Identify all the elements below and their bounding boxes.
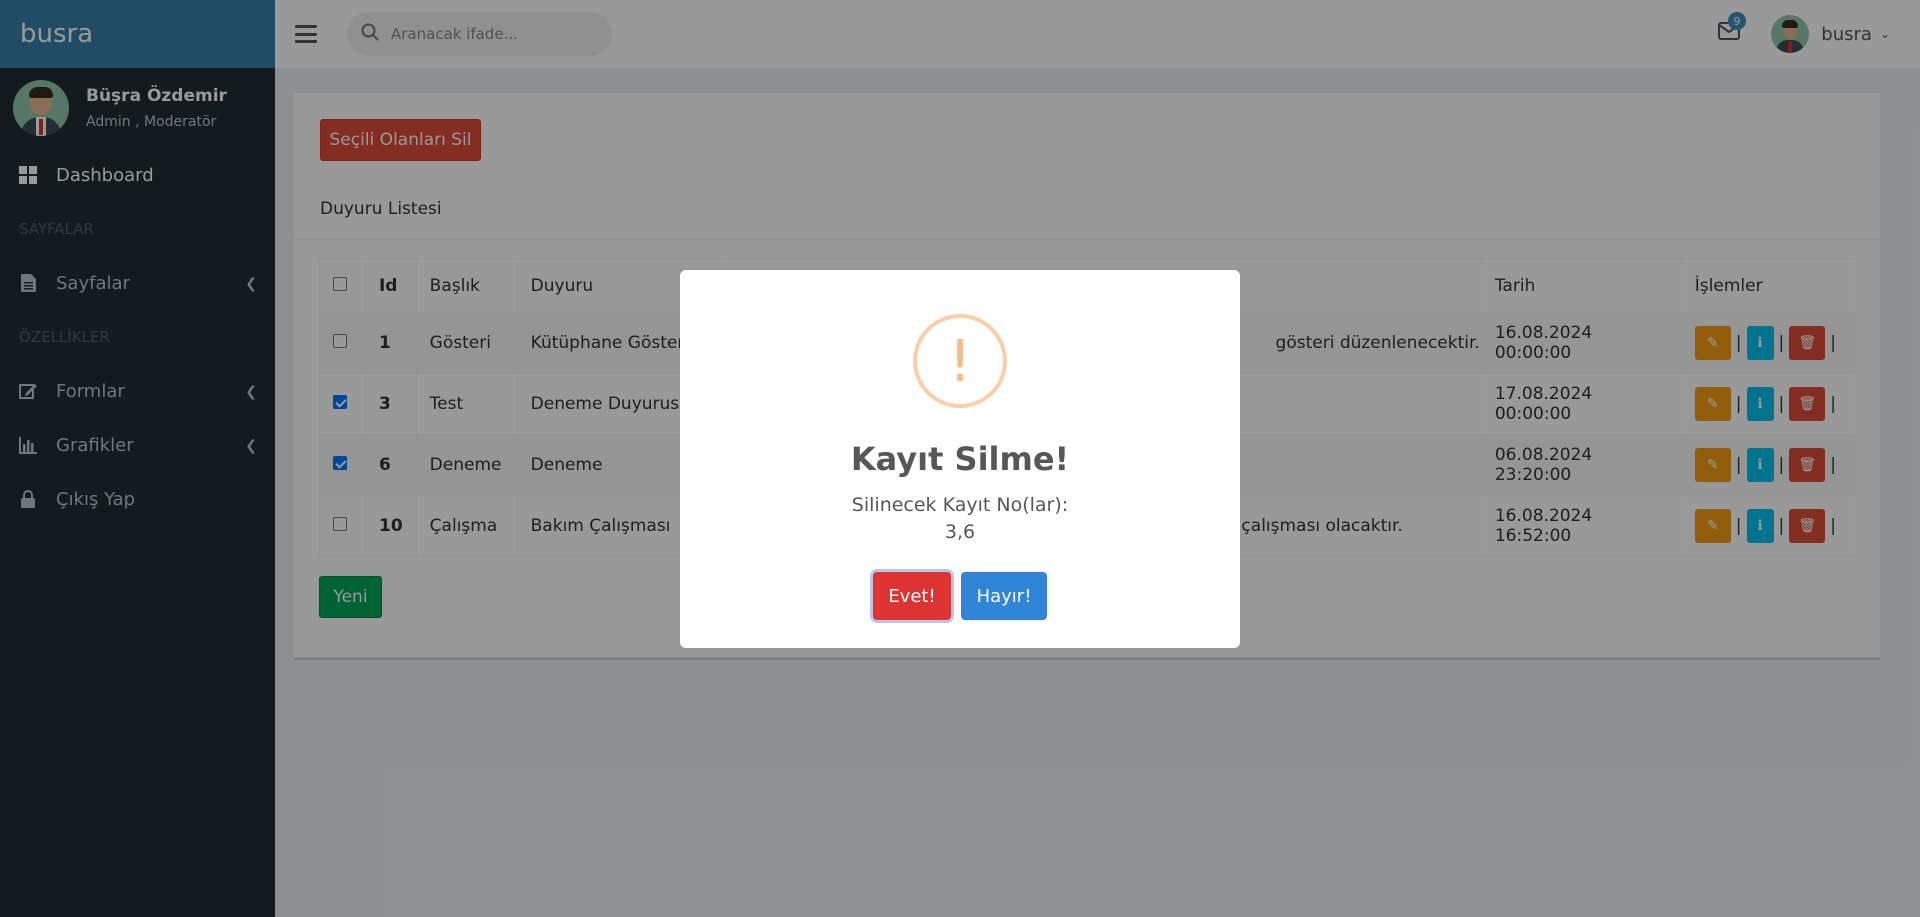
cancel-button[interactable]: Hayır! — [961, 572, 1047, 620]
dialog-text: Silinecek Kayıt No(lar): 3,6 — [680, 492, 1240, 546]
delete-confirm-dialog: ! Kayıt Silme! Silinecek Kayıt No(lar): … — [680, 270, 1240, 648]
warning-icon: ! — [913, 314, 1007, 408]
dialog-text-line2: 3,6 — [944, 521, 976, 543]
dialog-text-line1: Silinecek Kayıt No(lar): — [851, 494, 1069, 516]
dialog-title: Kayıt Silme! — [850, 440, 1070, 478]
confirm-button[interactable]: Evet! — [873, 572, 951, 620]
dialog-buttons: Evet! Hayır! — [680, 572, 1240, 620]
